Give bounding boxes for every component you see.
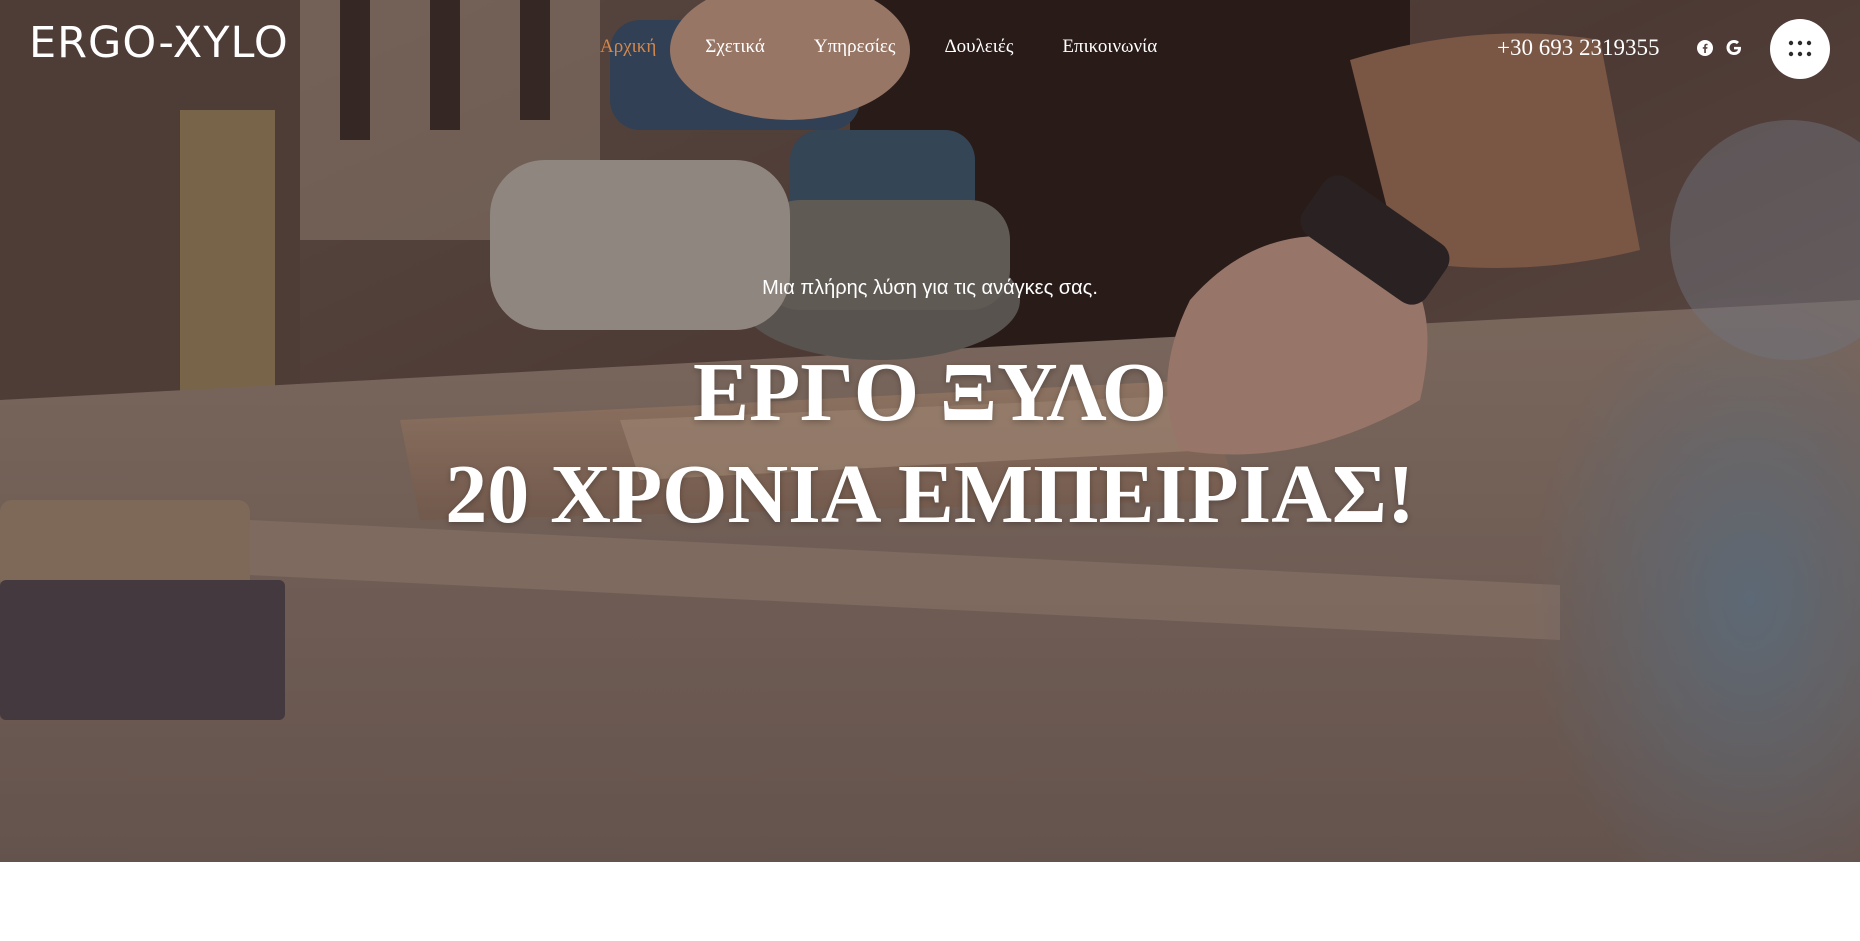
site-logo[interactable]: ERGO-XYLO: [29, 18, 289, 68]
hero-headline-line-1: ΕΡΓΟ ΞΥΛΟ: [692, 346, 1168, 439]
nav-item-about[interactable]: Σχετικά: [705, 36, 765, 58]
hero-subtitle: Μια πλήρης λύση για τις ανάγκες σας.: [762, 277, 1098, 299]
nav-item-home[interactable]: Αρχική: [600, 36, 656, 58]
google-icon[interactable]: [1726, 40, 1742, 56]
grid-dots-icon: [1788, 40, 1812, 57]
content-area: [0, 862, 1860, 941]
site-header: ERGO-XYLO Αρχική Σχετικά Υπηρεσίες Δουλε…: [0, 0, 1860, 100]
hero-section: ERGO-XYLO Αρχική Σχετικά Υπηρεσίες Δουλε…: [0, 0, 1860, 862]
hero-headline: ΕΡΓΟ ΞΥΛΟ 20 ΧΡΟΝΙΑ ΕΜΠΕΙΡΙΑΣ!: [0, 342, 1860, 546]
hero-headline-line-2: 20 ΧΡΟΝΙΑ ΕΜΠΕΙΡΙΑΣ!: [445, 448, 1415, 541]
nav-item-services[interactable]: Υπηρεσίες: [814, 36, 896, 58]
nav-item-contact[interactable]: Επικοινωνία: [1062, 36, 1157, 58]
nav-item-works[interactable]: Δουλειές: [944, 36, 1013, 58]
main-navigation: Αρχική Σχετικά Υπηρεσίες Δουλειές Επικοι…: [600, 36, 1206, 58]
menu-button[interactable]: [1770, 19, 1830, 79]
phone-number[interactable]: +30 693 2319355: [1497, 35, 1659, 61]
facebook-icon[interactable]: [1697, 40, 1713, 56]
